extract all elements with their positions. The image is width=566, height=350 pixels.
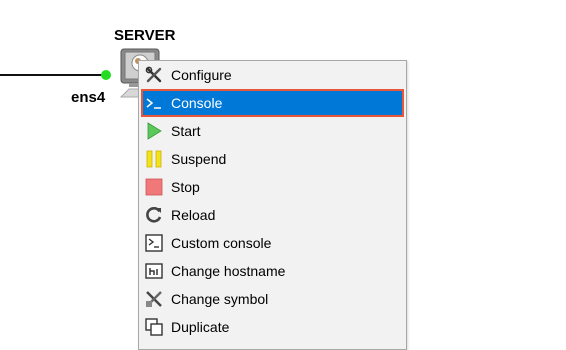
menu-item-label: Console <box>171 95 223 111</box>
menu-item-change-symbol[interactable]: Change symbol <box>141 285 404 313</box>
menu-item-suspend[interactable]: Suspend <box>141 145 404 173</box>
menu-item-label: Custom console <box>171 235 272 251</box>
menu-item-label: Stop <box>171 179 200 195</box>
play-icon <box>145 122 163 140</box>
context-menu: Configure Console Start Suspend Stop Rel… <box>138 60 407 350</box>
menu-item-label: Start <box>171 123 201 139</box>
link-line[interactable] <box>0 74 106 76</box>
interface-label[interactable]: ens4 <box>71 89 105 106</box>
menu-item-label: Configure <box>171 67 232 83</box>
menu-item-start[interactable]: Start <box>141 117 404 145</box>
menu-item-configure[interactable]: Configure <box>141 61 404 89</box>
hostname-icon <box>145 262 163 280</box>
menu-item-console[interactable]: Console <box>141 89 404 117</box>
link-status-dot <box>101 70 111 80</box>
custom-console-icon <box>145 234 163 252</box>
terminal-prompt-icon <box>145 94 163 112</box>
pause-icon <box>145 150 163 168</box>
menu-item-label: Suspend <box>171 151 227 167</box>
duplicate-icon <box>145 318 163 336</box>
reload-icon <box>145 206 163 224</box>
menu-item-stop[interactable]: Stop <box>141 173 404 201</box>
menu-item-change-hostname[interactable]: Change hostname <box>141 257 404 285</box>
menu-item-reload[interactable]: Reload <box>141 201 404 229</box>
menu-item-custom-console[interactable]: Custom console <box>141 229 404 257</box>
menu-item-label: Reload <box>171 207 216 223</box>
node-name-label[interactable]: SERVER <box>114 27 175 44</box>
stop-icon <box>145 178 163 196</box>
menu-item-label: Change symbol <box>171 291 269 307</box>
menu-item-label: Duplicate <box>171 319 230 335</box>
change-symbol-icon <box>145 290 163 308</box>
wrench-screwdriver-icon <box>145 66 163 84</box>
menu-item-label: Change hostname <box>171 263 286 279</box>
